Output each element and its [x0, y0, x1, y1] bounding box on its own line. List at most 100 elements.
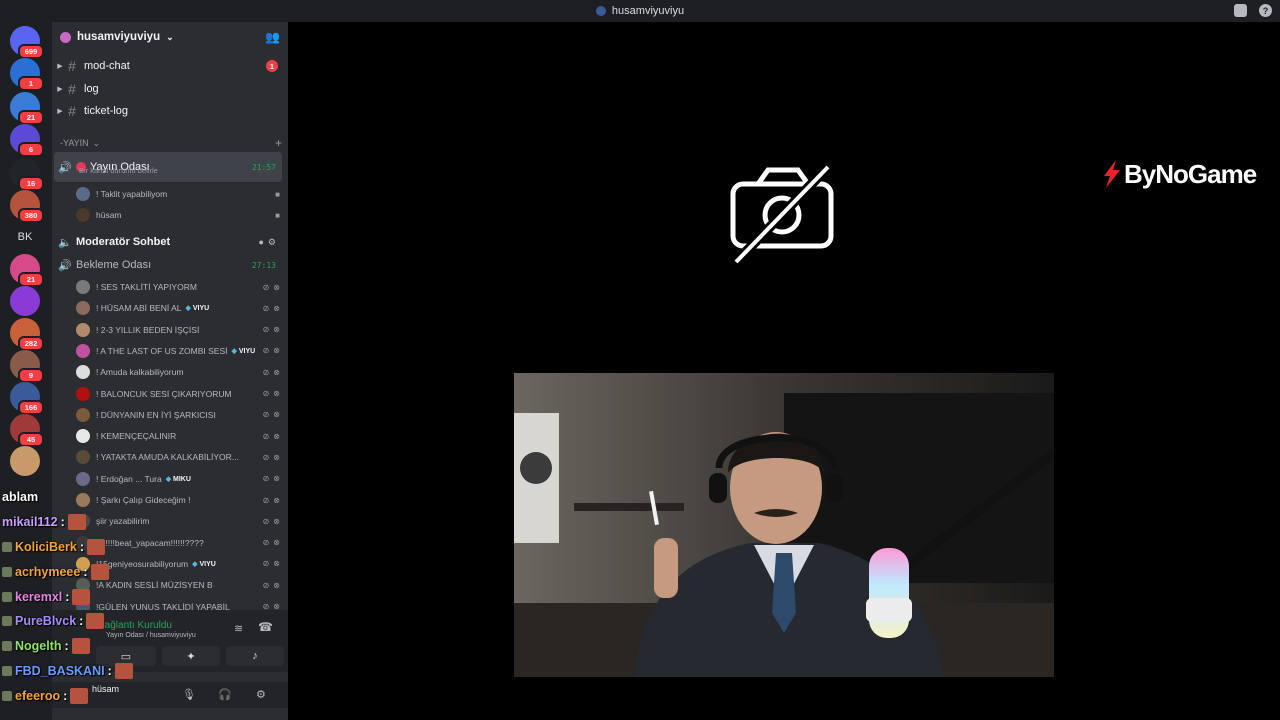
- server-icon[interactable]: 16: [10, 158, 44, 191]
- server-icon[interactable]: 21: [10, 92, 44, 125]
- camera-off-icon: [730, 163, 834, 266]
- deafened-icon: ⊗: [273, 431, 280, 441]
- emote-icon: [114, 663, 133, 679]
- voice-member[interactable]: ! SES TAKLİTİ YAPIYORM ⊘ ⊗: [76, 277, 280, 297]
- category-yayin[interactable]: -YAYIN ⌄ +: [60, 136, 282, 150]
- gem-icon: ◆: [192, 560, 198, 568]
- deafened-icon: ⊗: [273, 303, 280, 313]
- headphones-icon[interactable]: 🎧: [218, 688, 232, 701]
- soundboard-button[interactable]: ♪: [226, 646, 284, 666]
- mic-muted-icon: ⊘: [262, 282, 270, 292]
- member-name: ! BALONCUK SESİ ÇIKARIYORUM: [96, 388, 232, 399]
- inbox-icon[interactable]: [1234, 4, 1247, 17]
- member-name: ! A THE LAST OF US ZOMBI SESİ: [96, 345, 228, 356]
- chat-username: FBD_BASKANI: [15, 664, 105, 678]
- server-icon[interactable]: 699: [10, 26, 44, 59]
- member-name: ! Amuda kalkabiliyorum: [96, 367, 184, 378]
- window-title: husamviyuviyu: [611, 5, 685, 17]
- soundboard-icon: ♪: [252, 650, 258, 662]
- chat-separator: :: [79, 540, 85, 554]
- invite-people-icon[interactable]: 👥: [265, 30, 280, 44]
- gear-icon[interactable]: ⚙: [268, 237, 276, 248]
- voice-member[interactable]: !!!!!!!!beat_yapacam!!!!!!???? ⊘ ⊗: [76, 533, 280, 553]
- voice-channel-moderator-sohbet[interactable]: 🔈 Moderatör Sohbet ● ⚙: [54, 232, 282, 252]
- unread-badge: 1: [266, 60, 278, 72]
- chat-message: PureBlvck:: [2, 613, 105, 629]
- server-icon[interactable]: 21: [10, 254, 44, 287]
- chat-username: keremxl: [15, 590, 63, 604]
- help-icon[interactable]: ?: [1259, 4, 1272, 17]
- text-channel-icon: #: [68, 103, 76, 119]
- disconnect-icon[interactable]: ☎: [258, 620, 273, 634]
- voice-member[interactable]: hüsam ■: [76, 205, 280, 225]
- avatar: [76, 471, 90, 486]
- member-name: ! HÜSAM ABİ BENİ AL: [96, 303, 182, 314]
- server-icon[interactable]: 1: [10, 58, 44, 91]
- voice-channel-label: Bekleme Odası: [76, 259, 152, 271]
- chat-message: keremxl:: [2, 589, 91, 605]
- muted-icons: ⊘ ⊗: [263, 517, 280, 526]
- voice-member[interactable]: ! Şarkı Çalıp Gideceğim ! ⊘ ⊗: [76, 490, 280, 510]
- badge-icon: [2, 616, 12, 626]
- connection-status: Bağlantı Kuruldu: [98, 620, 172, 631]
- server-icon[interactable]: 45: [10, 414, 44, 447]
- server-label: BK: [10, 222, 40, 252]
- chat-icon[interactable]: ●: [258, 237, 263, 248]
- channel-log[interactable]: ▶ # log: [56, 79, 284, 99]
- mic-muted-icon: ⊘: [262, 410, 270, 420]
- voice-member[interactable]: ! A THE LAST OF US ZOMBI SESİ ◆ VIYU ⊘ ⊗: [76, 341, 280, 361]
- voice-member[interactable]: ! Erdoğan ... Tura ◆ MIKU ⊘ ⊗: [76, 469, 280, 489]
- noise-suppression-icon[interactable]: ≋: [234, 622, 243, 635]
- voice-member[interactable]: ! KEMENÇEÇALINIR ⊘ ⊗: [76, 426, 280, 446]
- connection-location[interactable]: Yayın Odası / husamviyuviyu: [106, 632, 196, 639]
- server-icon[interactable]: [10, 446, 40, 476]
- voice-member[interactable]: ! HÜSAM ABİ BENİ AL ◆ VIYU ⊘ ⊗: [76, 298, 280, 318]
- server-avatar-icon: [595, 6, 606, 16]
- server-icon[interactable]: 380: [10, 190, 44, 223]
- avatar: [76, 429, 90, 444]
- avatar: [76, 365, 90, 380]
- microphone-icon[interactable]: 🎙: [182, 688, 196, 701]
- member-tag: ◆ MIKU: [166, 475, 191, 483]
- channel-status-text[interactable]: Bir kanal durumu belirle: [79, 166, 158, 175]
- server-icon[interactable]: 6: [10, 124, 44, 157]
- badge-icon: [2, 567, 12, 577]
- create-channel-icon[interactable]: +: [275, 136, 282, 150]
- mic-muted-icon: ⊘: [262, 325, 270, 335]
- voice-channel-bekleme-odasi[interactable]: 🔊 Bekleme Odası 27:13: [54, 255, 282, 275]
- muted-icons: ⊘ ⊗: [263, 432, 280, 441]
- deafened-icon: ⊗: [273, 389, 280, 398]
- channel-ticket-log[interactable]: ▶ # ticket-log: [56, 101, 284, 121]
- activities-button[interactable]: ✦: [162, 646, 220, 666]
- brand-mark-icon: [1104, 160, 1120, 188]
- voice-member[interactable]: ! Amuda kalkabiliyorum ⊘ ⊗: [76, 362, 280, 382]
- voice-channel-yayin-odasi[interactable]: 🔊 Yayın Odası 21:57 Bir kanal durumu bel…: [54, 152, 282, 182]
- voice-member[interactable]: ! Taklit yapabiliyom ■: [76, 184, 280, 204]
- collapse-arrow-icon: ▶: [57, 108, 63, 115]
- voice-member[interactable]: ! BALONCUK SESİ ÇIKARIYORUM ⊘ ⊗: [76, 384, 280, 404]
- video-icon: ■: [275, 189, 280, 199]
- mention-badge: 21: [18, 110, 44, 125]
- voice-member[interactable]: ! DÜNYANIN EN İYİ ŞARKICISI ⊘ ⊗: [76, 405, 280, 425]
- chevron-down-icon: ⌄: [92, 137, 101, 148]
- voice-member[interactable]: şiir yazabilirim ⊘ ⊗: [76, 511, 280, 531]
- server-icon[interactable]: [10, 286, 40, 316]
- badge-icon: [2, 641, 12, 651]
- mic-muted-icon: ⊘: [262, 474, 270, 484]
- text-channel-icon: #: [68, 81, 76, 97]
- guild-header[interactable]: husamviyuviyu ⌄ 👥: [52, 22, 288, 52]
- member-name: ! SES TAKLİTİ YAPIYORM: [96, 282, 197, 292]
- voice-member[interactable]: ! YATAKTA AMUDA KALKABİLİYOR... ⊘ ⊗: [76, 447, 280, 467]
- server-icon[interactable]: 282: [10, 318, 44, 351]
- voice-timer: 27:13: [251, 260, 276, 270]
- title-bar: husamviyuviyu ?: [0, 0, 1280, 22]
- server-icon[interactable]: 166: [10, 382, 44, 415]
- channel-mod-chat[interactable]: ▶ # mod-chat 1: [56, 56, 284, 76]
- mic-muted-icon: ⊘: [262, 389, 270, 398]
- server-icon[interactable]: BK: [10, 222, 40, 252]
- voice-member[interactable]: ! 2-3 YILLIK BEDEN İŞÇİSİ ⊘ ⊗: [76, 320, 280, 340]
- current-username[interactable]: hüsam: [92, 684, 119, 694]
- muted-icons: ⊘ ⊗: [263, 389, 280, 398]
- server-icon[interactable]: 9: [10, 350, 44, 383]
- gear-icon[interactable]: ⚙: [256, 688, 266, 701]
